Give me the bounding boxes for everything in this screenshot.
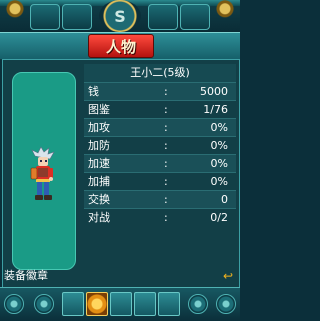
stat-value: 0% [210,139,228,152]
stat-row: 加攻: 0% [84,118,236,136]
stat-colon: : [164,103,168,116]
decor-panel [148,4,178,30]
stat-label: 交换 [88,193,110,206]
character-sprite [30,146,55,200]
stat-row: 钱: 5000 [84,82,236,100]
stat-row: 图鉴: 1/76 [84,100,236,118]
stat-row: 加速: 0% [84,154,236,172]
decor-panel [30,4,60,30]
character-name: 王小二(5级) [84,64,236,82]
toolbar-orb-icon [216,294,236,314]
stat-colon: : [164,121,168,134]
toolbar-slot-active[interactable] [86,292,108,316]
gold-ornament-icon [212,0,238,22]
stat-colon: : [164,193,168,206]
stat-colon: : [164,211,168,224]
stat-value: 0 [221,193,228,206]
stat-colon: : [164,85,168,98]
toolbar-slot[interactable] [110,292,132,316]
toolbar-orb-icon [34,294,54,314]
stat-label: 加防 [88,139,110,152]
back-arrow-icon[interactable]: ↩ [222,270,234,282]
toolbar-orb-icon [4,294,24,314]
stat-value: 0% [210,175,228,188]
stat-value: 0% [210,157,228,170]
toolbar-slot[interactable] [62,292,84,316]
stat-label: 对战 [88,211,110,224]
yin-yang-emblem-icon: S [99,0,141,32]
stat-colon: : [164,157,168,170]
equip-badge-softkey[interactable]: 装备徽章 [4,269,48,283]
stat-label: 钱 [88,85,99,98]
gold-ornament-icon [2,0,28,22]
page-title: 人物 [88,34,154,58]
stat-row: 对战: 0/2 [84,208,236,226]
stat-label: 加捕 [88,175,110,188]
stat-value: 0% [210,121,228,134]
stat-value: 1/76 [203,103,228,116]
stat-label: 加攻 [88,121,110,134]
stat-row: 交换: 0 [84,190,236,208]
decor-panel [62,4,92,30]
toolbar-slot[interactable] [134,292,156,316]
stat-row: 加防: 0% [84,136,236,154]
toolbar-slot[interactable] [158,292,180,316]
stat-label: 图鉴 [88,103,110,116]
stat-colon: : [164,139,168,152]
stats-panel: 王小二(5级) 钱: 5000 图鉴: 1/76 加攻: 0% 加防: 0% 加速: 0% 加捕: 0… [84,64,236,226]
stat-label: 加速 [88,157,110,170]
toolbar-orb-icon [188,294,208,314]
stat-value: 5000 [200,85,228,98]
stat-colon: : [164,175,168,188]
stat-row: 加捕: 0% [84,172,236,190]
decor-panel [180,4,210,30]
stat-value: 0/2 [210,211,228,224]
